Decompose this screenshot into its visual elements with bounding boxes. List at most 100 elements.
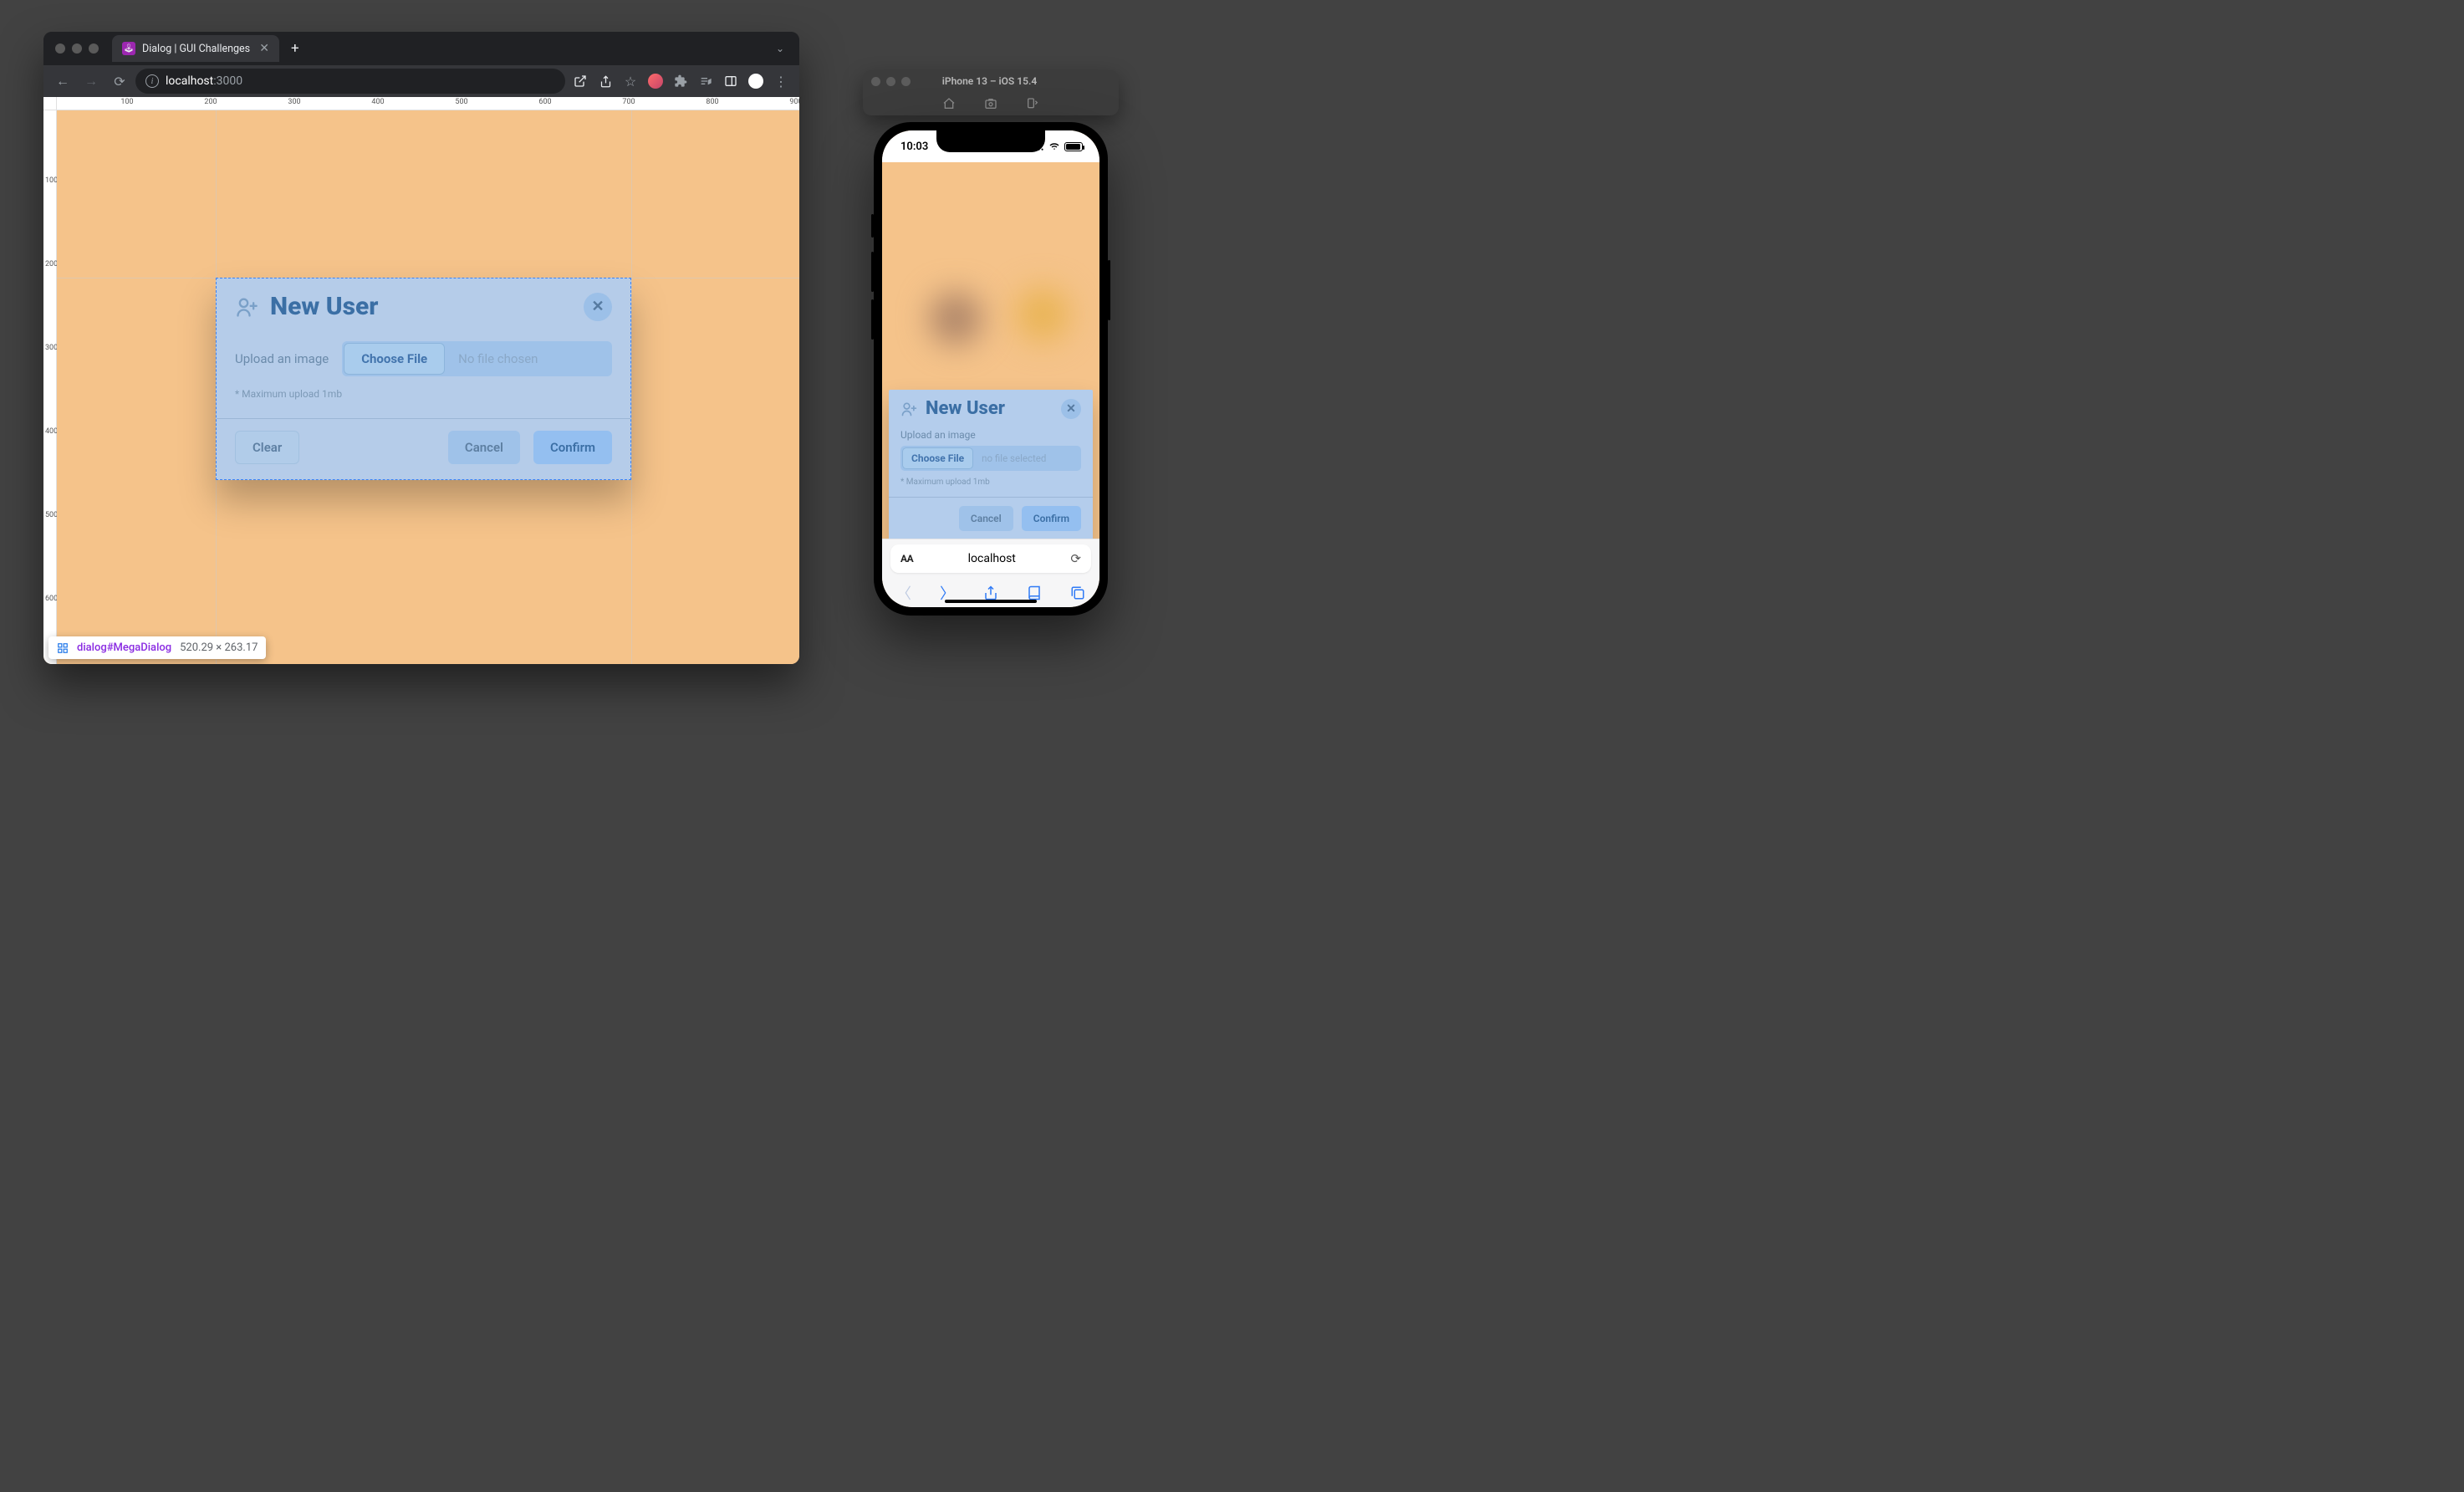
mute-switch[interactable] bbox=[871, 214, 874, 238]
blurred-avatar-1 bbox=[929, 292, 982, 345]
upload-hint: * Maximum upload 1mb bbox=[900, 478, 1081, 487]
share-icon[interactable] bbox=[594, 69, 617, 94]
guide-line bbox=[631, 110, 632, 664]
cancel-button[interactable]: Cancel bbox=[959, 506, 1013, 531]
upload-row: Upload an image Choose File No file chos… bbox=[235, 341, 612, 376]
close-tab-icon[interactable]: ✕ bbox=[259, 43, 269, 54]
horizontal-ruler: 100 200 300 400 500 600 700 800 900 bbox=[43, 97, 799, 110]
dialog-header: New User ✕ bbox=[889, 390, 1093, 424]
forward-button[interactable]: → bbox=[79, 69, 104, 94]
power-button[interactable] bbox=[1108, 260, 1110, 320]
tabs-icon[interactable] bbox=[1070, 585, 1085, 600]
choose-file-button[interactable]: Choose File bbox=[902, 447, 973, 469]
element-inspector-chip: dialog#MegaDialog 520.29 × 263.17 bbox=[48, 636, 266, 659]
dialog-body: Upload an image Choose File No file chos… bbox=[217, 333, 630, 418]
site-info-icon[interactable]: i bbox=[145, 74, 159, 88]
simulator-title: iPhone 13 – iOS 15.4 bbox=[911, 75, 1069, 87]
grid-icon bbox=[57, 642, 69, 654]
ruler-tick: 800 bbox=[706, 98, 718, 106]
url-port: :3000 bbox=[213, 74, 242, 88]
inspector-selector: dialog#MegaDialog bbox=[77, 641, 171, 654]
ruler-tick: 400 bbox=[45, 427, 58, 436]
home-indicator[interactable] bbox=[945, 600, 1037, 603]
share-icon[interactable] bbox=[983, 585, 998, 600]
clear-button[interactable]: Clear bbox=[235, 431, 299, 464]
side-panel-icon[interactable] bbox=[719, 69, 742, 94]
ruler-tick: 900 bbox=[789, 98, 799, 106]
ruler-tick: 600 bbox=[45, 595, 58, 603]
screenshot-icon[interactable] bbox=[984, 97, 997, 110]
zoom-window-icon[interactable] bbox=[89, 43, 99, 54]
close-window-icon[interactable] bbox=[55, 43, 65, 54]
open-external-icon[interactable] bbox=[569, 69, 592, 94]
blurred-avatar-2 bbox=[1016, 288, 1069, 341]
dialog-title: New User bbox=[270, 292, 378, 321]
menu-icon[interactable]: ⋮ bbox=[769, 69, 793, 94]
user-plus-icon bbox=[235, 295, 258, 319]
notch bbox=[936, 130, 1045, 152]
new-tab-button[interactable]: + bbox=[291, 40, 299, 57]
ruler-tick: 500 bbox=[45, 511, 58, 519]
mega-dialog: New User ✕ Upload an image Choose File N… bbox=[216, 278, 631, 480]
minimize-window-icon[interactable] bbox=[72, 43, 82, 54]
simulator-titlebar: iPhone 13 – iOS 15.4 bbox=[863, 70, 1119, 115]
back-button[interactable]: ← bbox=[50, 69, 75, 94]
confirm-button[interactable]: Confirm bbox=[533, 431, 612, 464]
profile-avatar-icon[interactable] bbox=[744, 69, 768, 94]
ruler-tick: 100 bbox=[45, 176, 58, 185]
file-input[interactable]: Choose File no file selected bbox=[900, 446, 1081, 471]
ruler-tick: 700 bbox=[622, 98, 635, 106]
mobile-dialog: New User ✕ Upload an image Choose File n… bbox=[889, 390, 1093, 543]
browser-toolbar: ← → ⟳ i localhost:3000 ☆ bbox=[43, 65, 799, 97]
dialog-title: New User bbox=[926, 398, 1005, 419]
media-icon[interactable] bbox=[694, 69, 717, 94]
upload-hint: * Maximum upload 1mb bbox=[235, 388, 612, 400]
upload-label: Upload an image bbox=[900, 429, 1081, 441]
volume-up-button[interactable] bbox=[871, 252, 874, 292]
tab-overflow-icon[interactable]: ⌄ bbox=[768, 38, 793, 59]
iphone-screen: 10:03 New User ✕ bbox=[882, 130, 1099, 607]
file-chosen-text: no file selected bbox=[975, 446, 1081, 471]
vertical-ruler: 100 200 300 400 500 600 bbox=[43, 97, 57, 664]
minimize-window-icon[interactable] bbox=[886, 77, 895, 86]
ruler-corner bbox=[43, 97, 57, 110]
safari-address-bar[interactable]: AA localhost ⟳ bbox=[890, 544, 1091, 573]
dialog-close-button[interactable]: ✕ bbox=[1061, 399, 1081, 419]
tab-title: Dialog | GUI Challenges bbox=[142, 43, 250, 55]
bookmark-icon[interactable]: ☆ bbox=[619, 69, 642, 94]
tab-strip: 🕹 Dialog | GUI Challenges ✕ + ⌄ bbox=[43, 32, 799, 65]
confirm-button[interactable]: Confirm bbox=[1022, 506, 1081, 531]
browser-tab[interactable]: 🕹 Dialog | GUI Challenges ✕ bbox=[112, 35, 279, 62]
reload-button[interactable]: ⟳ bbox=[107, 69, 132, 94]
choose-file-button[interactable]: Choose File bbox=[344, 343, 445, 375]
close-window-icon[interactable] bbox=[871, 77, 880, 86]
url-host: localhost bbox=[166, 74, 213, 88]
address-bar[interactable]: i localhost:3000 bbox=[135, 69, 565, 94]
chrome-window: 🕹 Dialog | GUI Challenges ✕ + ⌄ ← → ⟳ i … bbox=[43, 32, 799, 664]
ruler-tick: 500 bbox=[455, 98, 467, 106]
ruler-tick: 400 bbox=[371, 98, 384, 106]
ruler-tick: 300 bbox=[288, 98, 300, 106]
ruler-tick: 100 bbox=[120, 98, 133, 106]
window-controls[interactable] bbox=[55, 43, 99, 54]
ruler-tick: 200 bbox=[204, 98, 217, 106]
bookmarks-icon[interactable] bbox=[1027, 585, 1042, 600]
zoom-window-icon[interactable] bbox=[901, 77, 911, 86]
reader-aa-icon[interactable]: AA bbox=[900, 553, 913, 565]
simulator-toolbar bbox=[863, 92, 1119, 115]
page-canvas: New User ✕ Upload an image Choose File N… bbox=[57, 110, 799, 664]
upload-label: Upload an image bbox=[235, 351, 329, 366]
inspector-dimensions: 520.29 × 263.17 bbox=[180, 641, 258, 654]
cancel-button[interactable]: Cancel bbox=[448, 431, 520, 464]
iphone-frame: 10:03 New User ✕ bbox=[874, 122, 1108, 616]
extensions-icon[interactable] bbox=[669, 69, 692, 94]
reload-icon[interactable]: ⟳ bbox=[1070, 551, 1081, 566]
home-icon[interactable] bbox=[942, 97, 956, 110]
back-button[interactable]: 〈 bbox=[896, 582, 911, 604]
volume-down-button[interactable] bbox=[871, 299, 874, 340]
compass-ext-icon[interactable] bbox=[644, 69, 667, 94]
file-input[interactable]: Choose File No file chosen bbox=[342, 341, 612, 376]
rotate-icon[interactable] bbox=[1026, 97, 1039, 110]
sim-window-controls[interactable] bbox=[871, 77, 911, 86]
dialog-close-button[interactable]: ✕ bbox=[584, 293, 612, 321]
